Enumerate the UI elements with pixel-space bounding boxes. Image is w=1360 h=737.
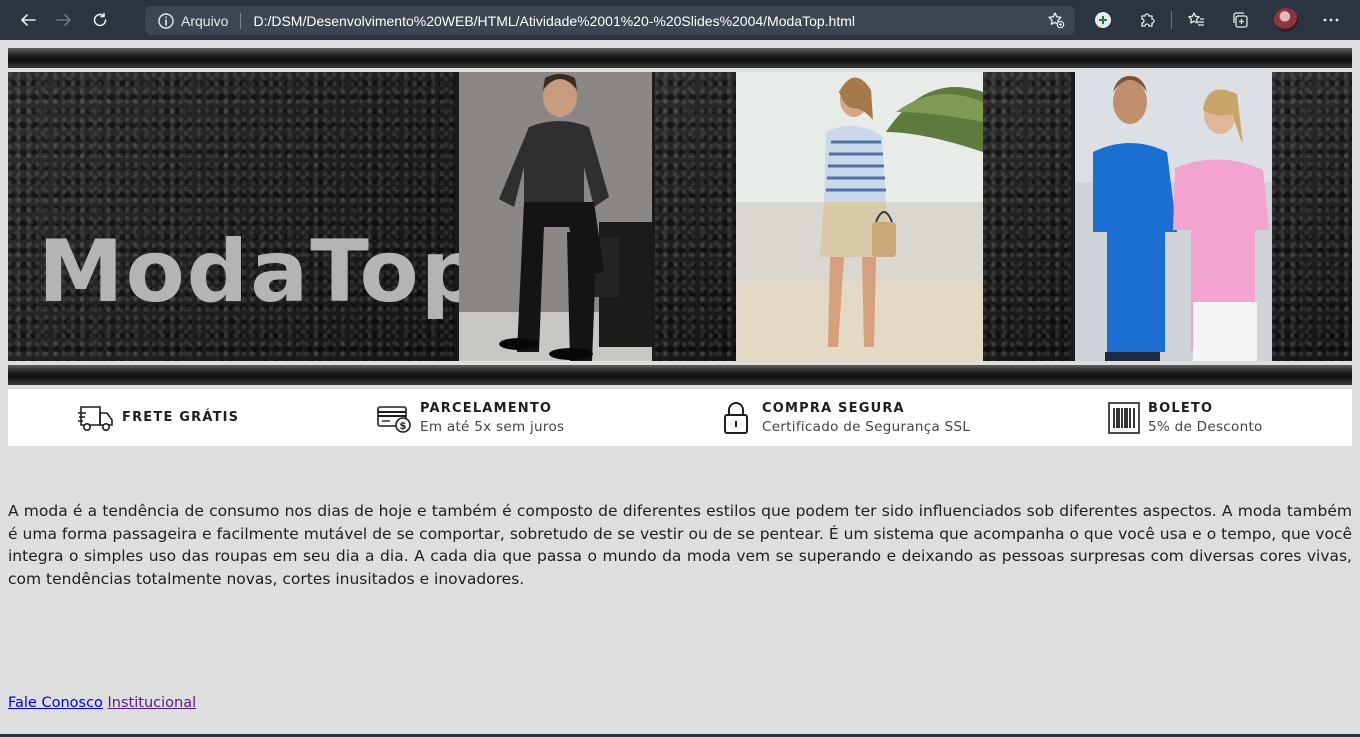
url-text[interactable]: D:/DSM/Desenvolvimento%20WEB/HTML/Ativid… (253, 13, 855, 29)
benefit-title: COMPRA SEGURA (762, 400, 905, 416)
barcode-icon (1108, 401, 1140, 435)
forward-icon[interactable] (46, 2, 82, 38)
benefit-free-shipping: FRETE GRÁTIS (78, 389, 239, 446)
info-icon[interactable] (157, 12, 175, 30)
padlock-icon (718, 401, 754, 435)
scheme-label: Arquivo (181, 12, 229, 29)
brand-logo: ModaTop (38, 222, 485, 322)
add-icon[interactable] (1092, 9, 1114, 31)
banner: ModaTop (8, 72, 1352, 361)
reload-icon[interactable] (82, 2, 118, 38)
benefit-title: FRETE GRÁTIS (122, 410, 240, 425)
benefit-secure-purchase: COMPRA SEGURA Certificado de Segurança S… (718, 389, 970, 446)
benefit-subtitle: 5% de Desconto (1148, 418, 1263, 435)
more-icon[interactable] (1320, 9, 1342, 31)
credit-card-icon: $ (376, 401, 412, 435)
leather-background: ModaTop (8, 72, 482, 361)
benefit-boleto: BOLETO 5% de Desconto (1108, 389, 1263, 446)
toolbar-divider (1171, 11, 1172, 29)
address-separator (240, 12, 242, 29)
delivery-truck-icon (78, 401, 114, 435)
address-bar[interactable]: Arquivo D:/DSM/Desenvolvimento%20WEB/HTM… (145, 6, 1075, 35)
extensions-icon[interactable] (1136, 9, 1158, 31)
fashion-description: A moda é a tendência de consumo nos dias… (8, 502, 1352, 588)
benefit-installments: $ PARCELAMENTO Em até 5x sem juros (376, 389, 564, 446)
institutional-link[interactable]: Institucional (108, 695, 197, 711)
model-photo-summer (736, 72, 983, 361)
footer-links: Fale Conosco Institucional (8, 695, 196, 711)
banner-top-stripe (8, 48, 1352, 68)
svg-text:$: $ (400, 421, 407, 432)
benefit-subtitle: Em até 5x sem juros (420, 418, 565, 435)
add-favorite-icon[interactable] (1047, 11, 1065, 29)
benefits-bar: FRETE GRÁTIS $ PARCELAMENTO Em até 5x se… (8, 389, 1352, 446)
profile-avatar[interactable] (1274, 8, 1298, 32)
benefit-subtitle: Certificado de Segurança SSL (762, 418, 971, 435)
contact-link[interactable]: Fale Conosco (8, 695, 103, 711)
model-photo-suit (459, 72, 652, 361)
favorites-icon[interactable] (1185, 9, 1207, 31)
model-photo-sport (1075, 72, 1272, 361)
banner-bottom-stripe (8, 365, 1352, 385)
benefit-title: PARCELAMENTO (420, 400, 553, 416)
collections-icon[interactable] (1229, 9, 1251, 31)
back-icon[interactable] (10, 2, 46, 38)
leather-panel-left (655, 72, 736, 361)
leather-panel-right (983, 72, 1071, 361)
leather-panel-edge (1272, 72, 1352, 361)
benefit-title: BOLETO (1148, 400, 1214, 416)
